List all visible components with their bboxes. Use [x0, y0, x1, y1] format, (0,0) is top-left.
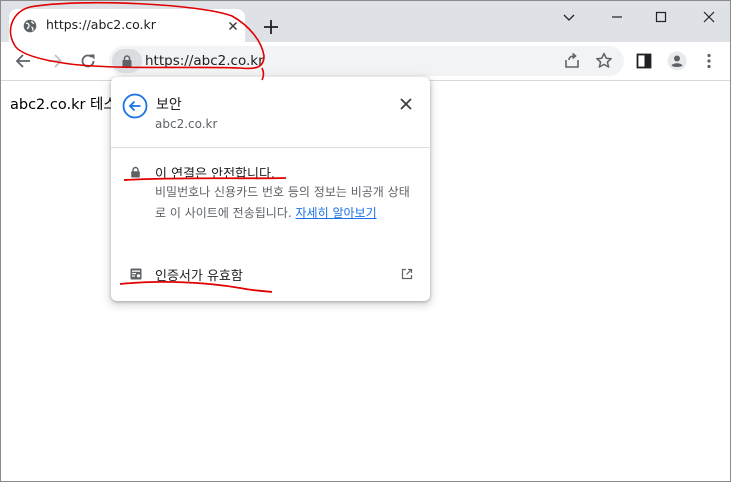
minimize-icon[interactable]: [607, 7, 627, 27]
maximize-icon[interactable]: [651, 7, 671, 27]
chevron-down-icon[interactable]: [559, 7, 579, 27]
star-icon[interactable]: [593, 50, 615, 72]
popup-site: abc2.co.kr: [155, 117, 218, 131]
close-icon[interactable]: [225, 18, 241, 34]
share-icon[interactable]: [561, 50, 583, 72]
close-icon[interactable]: [399, 97, 413, 111]
security-popup: 보안 abc2.co.kr 이 연결은 안전합니다. 비밀번호나 신용카드 번호…: [111, 77, 430, 301]
side-panel-icon[interactable]: [633, 50, 655, 72]
page-body-text: abc2.co.kr 테스: [10, 97, 117, 113]
arrow-left-icon[interactable]: [12, 50, 34, 72]
omnibox[interactable]: https://abc2.co.kr: [109, 46, 624, 76]
browser-toolbar: https://abc2.co.kr: [1, 42, 730, 81]
arrow-right-icon[interactable]: [44, 50, 66, 72]
external-link-icon[interactable]: [401, 268, 413, 280]
site-info-button[interactable]: [112, 49, 142, 73]
profile-icon[interactable]: [666, 50, 688, 72]
lock-icon: [131, 166, 140, 178]
back-circle-icon[interactable]: [122, 93, 148, 119]
popup-title: 보안: [156, 97, 182, 113]
browser-window: https://abc2.co.kr https://abc2.co.kr ab…: [0, 0, 731, 482]
kebab-menu-icon[interactable]: [698, 50, 720, 72]
lock-icon: [122, 55, 132, 67]
tab-title: https://abc2.co.kr: [46, 17, 156, 32]
learn-more-link[interactable]: 자세히 알아보기: [296, 206, 377, 220]
certificate-valid-item[interactable]: 인증서가 유효함: [155, 265, 243, 284]
tab-strip: https://abc2.co.kr: [1, 1, 730, 42]
divider: [111, 147, 430, 148]
url-text: https://abc2.co.kr: [145, 53, 264, 69]
globe-icon: [23, 19, 37, 33]
reload-icon[interactable]: [77, 50, 99, 72]
connection-secure-heading[interactable]: 이 연결은 안전합니다.: [155, 163, 275, 182]
plus-icon[interactable]: [260, 16, 282, 38]
close-window-icon[interactable]: [699, 7, 719, 27]
certificate-icon: [130, 268, 142, 280]
tab-abc2[interactable]: https://abc2.co.kr: [9, 9, 245, 42]
connection-description: 비밀번호나 신용카드 번호 등의 정보는 비공개 상태로 이 사이트에 전송됩니…: [155, 182, 417, 224]
